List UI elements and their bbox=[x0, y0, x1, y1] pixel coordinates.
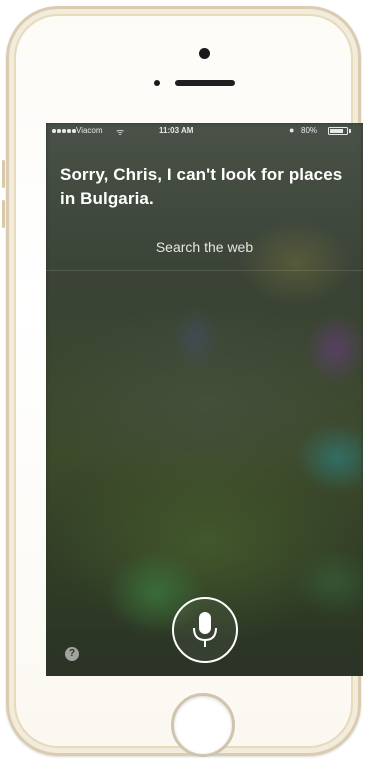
front-camera bbox=[199, 48, 210, 59]
battery-cap bbox=[349, 129, 351, 133]
siri-response-text: Sorry, Chris, I can't look for places in… bbox=[60, 165, 343, 208]
divider bbox=[46, 270, 363, 271]
search-the-web-link[interactable]: Search the web bbox=[46, 239, 363, 255]
orientation-lock-icon: ● bbox=[289, 125, 295, 135]
home-button[interactable] bbox=[171, 693, 235, 757]
earpiece-speaker bbox=[175, 80, 235, 86]
siri-microphone-button[interactable] bbox=[172, 597, 238, 663]
help-icon[interactable]: ? bbox=[65, 647, 79, 661]
phone-frame: Viacom ᯤ 11:03 AM ● 80% Sorry, Chris, I … bbox=[6, 6, 363, 757]
microphone-icon bbox=[193, 612, 217, 647]
battery-icon bbox=[328, 127, 348, 135]
volume-button bbox=[2, 160, 5, 188]
battery-level-fill bbox=[330, 129, 343, 133]
status-time: 11:03 AM bbox=[159, 126, 194, 135]
siri-screen: Viacom ᯤ 11:03 AM ● 80% Sorry, Chris, I … bbox=[46, 123, 363, 676]
proximity-sensor bbox=[154, 80, 160, 86]
volume-button bbox=[2, 200, 5, 228]
wifi-icon: ᯤ bbox=[116, 127, 125, 137]
signal-strength-icon bbox=[52, 129, 76, 133]
status-bar: Viacom ᯤ 11:03 AM ● 80% bbox=[46, 123, 363, 141]
battery-percent: 80% bbox=[301, 126, 318, 135]
carrier-name: Viacom bbox=[76, 126, 103, 135]
